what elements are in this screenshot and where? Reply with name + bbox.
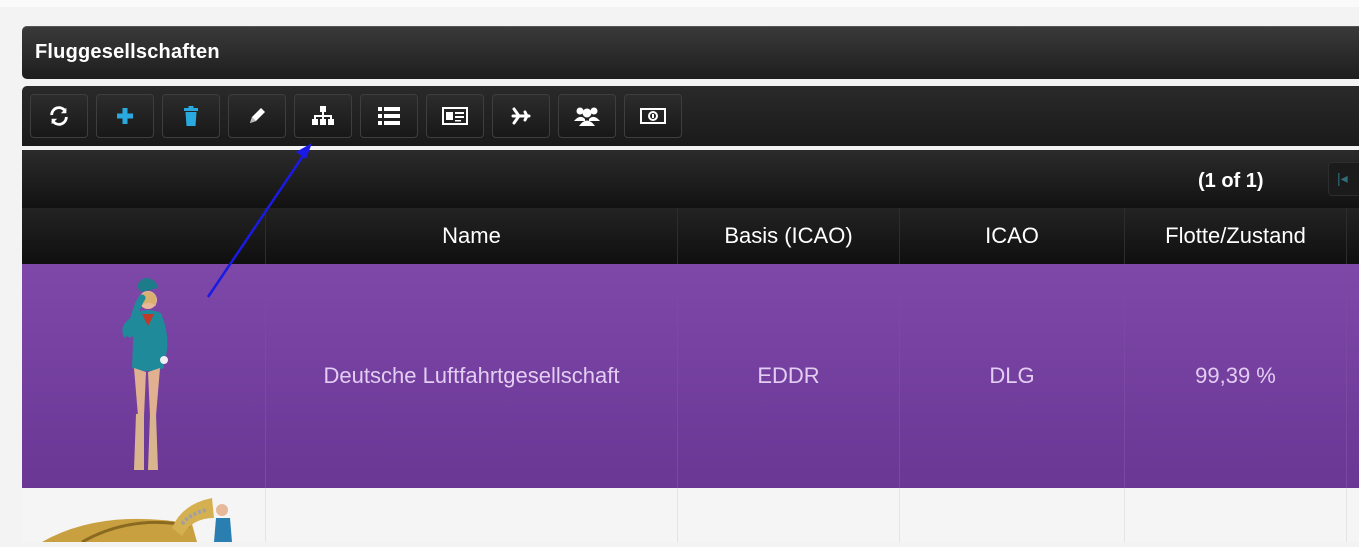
plane-icon [511,107,531,125]
delete-button[interactable] [162,94,220,138]
hierarchy-button[interactable] [294,94,352,138]
row-fleet-state: 99,39 % [1124,264,1346,488]
row-icao: DLG [899,264,1124,488]
edit-button[interactable] [228,94,286,138]
sitemap-icon [312,106,334,125]
row-overflow-cell [1346,488,1359,542]
first-page-button[interactable]: |◂ [1328,162,1359,196]
finance-button[interactable] [624,94,682,138]
airline-logo-image [42,498,232,544]
toolbar [22,86,1359,146]
row-image-cell [22,488,265,544]
list-icon [378,107,400,125]
row-name[interactable] [265,488,677,542]
column-header-basis[interactable]: Basis (ICAO) [677,208,899,264]
add-button[interactable] [96,94,154,138]
row-overflow-cell [1346,264,1359,488]
id-card-icon [442,107,468,125]
panel-header: Fluggesellschaften [22,26,1359,79]
flight-attendant-image [121,278,168,470]
refresh-button[interactable] [30,94,88,138]
flights-button[interactable] [492,94,550,138]
column-header-more [1346,208,1359,264]
row-basis: EDDR [677,264,899,488]
refresh-icon [50,106,68,126]
row-fleet-state [1124,488,1346,542]
column-header-image[interactable] [22,208,265,264]
list-button[interactable] [360,94,418,138]
column-header-fleet[interactable]: Flotte/Zustand [1124,208,1346,264]
paginator: (1 of 1) |◂ [22,150,1359,208]
column-header-name[interactable]: Name [265,208,677,264]
pencil-icon [250,108,265,123]
trash-icon [184,106,198,126]
table-row[interactable] [22,488,1359,544]
panel-title: Fluggesellschaften [35,41,220,63]
row-icao [899,488,1124,542]
row-basis [677,488,899,542]
row-name[interactable]: Deutsche Luftfahrtgesellschaft [265,264,677,488]
top-strip [0,0,1359,7]
money-icon [640,108,666,124]
id-card-button[interactable] [426,94,484,138]
row-image-cell [22,264,265,488]
airlines-panel: Fluggesellschaften (1 of 1) |◂ Name Basi… [22,26,1359,544]
users-icon [574,107,600,126]
first-page-icon: |◂ [1337,170,1348,186]
table-header: Name Basis (ICAO) ICAO Flotte/Zustand [22,208,1359,264]
page-info: (1 of 1) [1198,170,1264,192]
column-header-icao[interactable]: ICAO [899,208,1124,264]
plus-icon [117,108,133,124]
table-row[interactable]: Deutsche Luftfahrtgesellschaft EDDR DLG … [22,264,1359,488]
staff-button[interactable] [558,94,616,138]
